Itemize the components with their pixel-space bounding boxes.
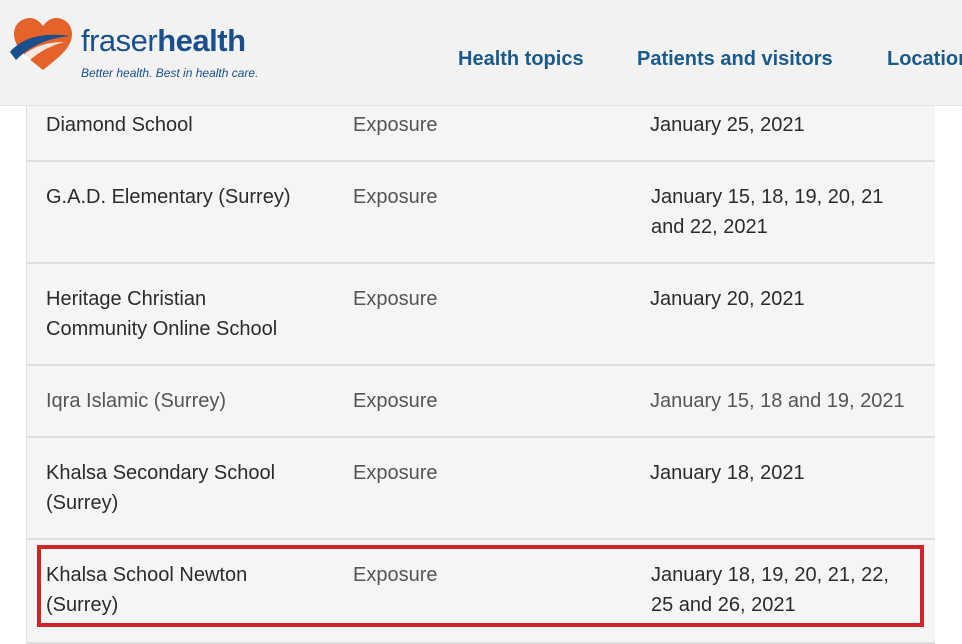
table-row: G.A.D. Elementary (Surrey) Exposure Janu…: [27, 162, 935, 264]
school-name: Diamond School: [46, 114, 193, 136]
fraserhealth-logo[interactable]: fraserhealth Better health. Best in heal…: [8, 14, 258, 89]
heart-swoosh-icon: [10, 18, 72, 70]
exposure-type: Exposure: [353, 114, 438, 136]
school-name: G.A.D. Elementary (Surrey): [46, 186, 291, 208]
school-name: Khalsa Secondary School (Surrey): [46, 462, 276, 514]
nav-health-topics[interactable]: Health topics: [458, 47, 584, 71]
brand-tagline: Better health. Best in health care.: [81, 66, 259, 80]
exposure-dates: January 15, 18 and 19, 2021: [650, 390, 905, 412]
brand-name-part2: health: [157, 23, 246, 58]
exposure-type: Exposure: [353, 462, 438, 484]
table-row: Khalsa School Newton (Surrey) Exposure J…: [27, 540, 935, 644]
table-row: Heritage Christian Community Online Scho…: [27, 264, 935, 366]
nav-location[interactable]: Location: [887, 47, 962, 71]
exposure-dates: January 25, 2021: [650, 114, 805, 136]
exposure-type: Exposure: [353, 564, 438, 586]
exposure-type: Exposure: [353, 390, 438, 412]
table-row: Diamond School Exposure January 25, 2021: [27, 105, 935, 162]
exposure-dates: January 15, 18, 19, 20, 21 and 22, 2021: [651, 186, 884, 238]
school-name: Iqra Islamic (Surrey): [46, 390, 227, 412]
exposure-dates: January 18, 19, 20, 21, 22, 25 and 26, 2…: [651, 564, 889, 616]
exposure-dates: January 18, 2021: [650, 462, 805, 484]
table-row: Iqra Islamic (Surrey) Exposure January 1…: [27, 366, 935, 438]
school-name: Khalsa School Newton (Surrey): [46, 564, 248, 616]
table-row: Khalsa Secondary School (Surrey) Exposur…: [27, 438, 935, 540]
nav-patients-and-visitors[interactable]: Patients and visitors: [637, 47, 833, 71]
exposure-dates: January 20, 2021: [650, 288, 805, 310]
school-name: Heritage Christian Community Online Scho…: [46, 288, 278, 340]
brand-name-part1: fraser: [81, 23, 158, 58]
school-exposures-table: Diamond School Exposure January 25, 2021…: [26, 105, 935, 644]
exposure-type: Exposure: [353, 288, 438, 310]
site-header: fraserhealth Better health. Best in heal…: [0, 0, 962, 106]
exposure-type: Exposure: [353, 186, 438, 208]
brand-name: fraserhealth: [81, 22, 246, 60]
